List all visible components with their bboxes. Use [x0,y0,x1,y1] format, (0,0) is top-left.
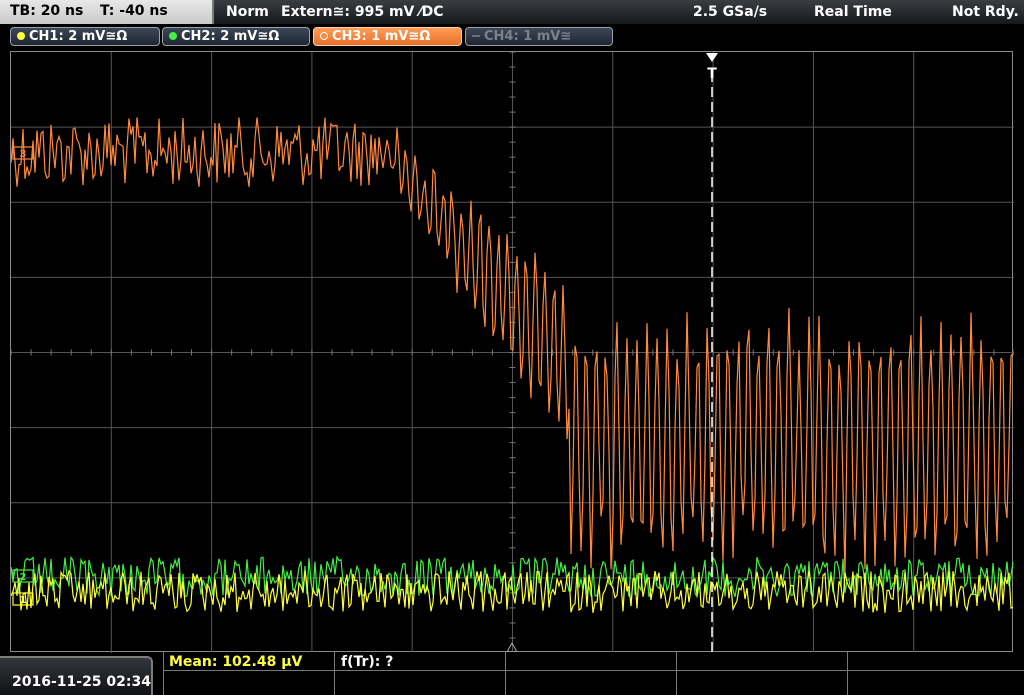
measurement-mean[interactable]: Mean: 102.48 µV [169,654,302,670]
date-time-box: 2016-11-25 02:34 [0,656,153,695]
channel-1-label: CH1: 2 mV≅Ω [29,29,128,44]
tab-channel-2[interactable]: CH2: 2 mV≅Ω [162,27,310,46]
channel-2-marker-label: 2 [20,572,27,583]
channel-1-marker-label: 1 [20,595,27,606]
status-bar: TB: 20 ns T: -40 ns Norm Extern≅: 995 mV… [0,0,1024,24]
divider [847,652,848,695]
waveform-display[interactable]: T 3 2 1 [10,51,1014,653]
trigger-mode[interactable]: Norm [226,4,269,20]
divider [334,652,335,695]
timebase-value: TB: 20 ns [10,3,84,19]
acquisition-mode: Real Time [814,4,892,20]
measurement-panel[interactable]: Mean: 102.48 µV f(Tr): ? [163,652,1024,695]
channel-4-label: CH4: 1 mV≅ [484,29,572,44]
divider [505,652,506,695]
channel-2-indicator-icon [169,32,177,40]
date-time: 2016-11-25 02:34 [12,674,151,690]
trigger-arrow-icon [706,53,718,62]
channel-3-marker-label: 3 [20,149,27,160]
tab-channel-3[interactable]: CH3: 1 mV≅Ω [313,27,462,46]
channel-3-indicator-icon [320,32,328,40]
tab-channel-1[interactable]: CH1: 2 mV≅Ω [10,27,160,46]
channel-4-off-icon [472,35,480,37]
divider [676,652,677,695]
divider [163,670,1024,671]
timebase-box[interactable]: TB: 20 ns T: -40 ns [0,0,214,24]
trigger-position-marker[interactable]: T [706,53,718,82]
trigger-status: Not Rdy. [952,4,1019,20]
channel-3-level-marker[interactable]: 3 [12,146,34,160]
waveform-canvas: T 3 2 1 [11,52,1014,653]
measurement-rise-frequency[interactable]: f(Tr): ? [341,654,393,670]
channel-2-level-marker[interactable]: 2 [12,569,34,583]
trigger-source[interactable]: Extern≅: 995 mV ⁄DC [281,4,443,20]
channel-1-indicator-icon [17,32,25,40]
channel-2-label: CH2: 2 mV≅Ω [181,29,280,44]
sample-rate: 2.5 GSa/s [693,4,768,20]
trigger-time-value: T: -40 ns [100,3,168,19]
tab-channel-4[interactable]: CH4: 1 mV≅ [465,27,613,46]
trigger-marker-label: T [707,66,717,82]
divider [163,652,164,695]
channel-3-label: CH3: 1 mV≅Ω [332,29,431,44]
